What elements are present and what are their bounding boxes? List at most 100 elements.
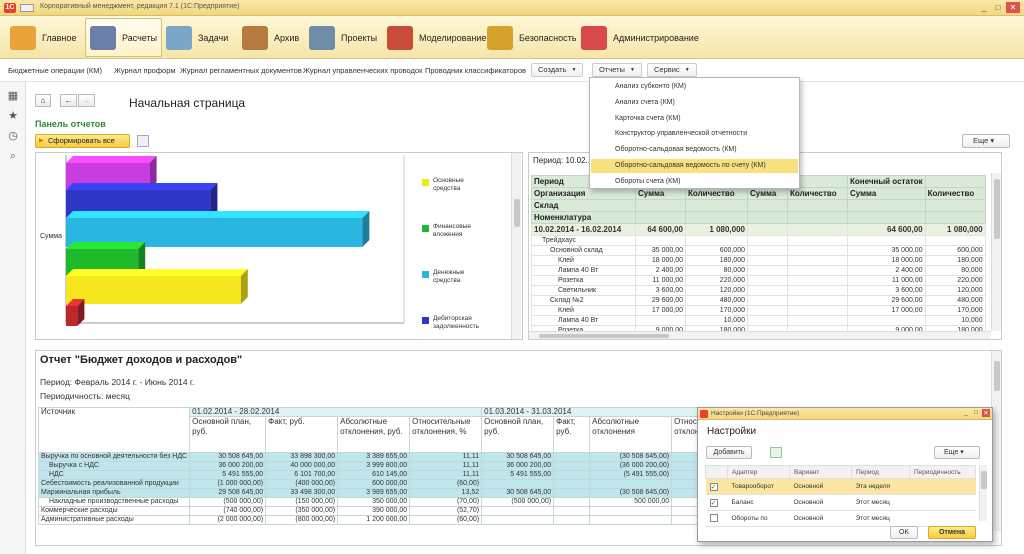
section-4[interactable]: Проекты: [305, 18, 381, 57]
settings-column-header: Период: [851, 465, 910, 479]
report-header-cell: Источник: [37, 407, 191, 453]
section-7[interactable]: Администрирование: [577, 18, 703, 57]
dialog-minimize-icon[interactable]: _: [962, 409, 970, 417]
command-link[interactable]: Проводник классификаторов: [425, 66, 526, 75]
osv-total-row: 10.02.2014 - 16.02.2014 64 600,00 1 080,00…: [531, 223, 986, 236]
dialog-heading: Настройки: [707, 426, 757, 437]
section-5[interactable]: Моделирование: [383, 18, 490, 57]
report-column-header: Факт, руб.: [265, 416, 339, 453]
row-checkbox[interactable]: [709, 513, 718, 522]
osv-row: Лампа 40 Вт 2 400,00 80,000 2 400,00 80,000: [531, 265, 986, 276]
chart-scrollbar[interactable]: [511, 153, 521, 339]
osv-item-name: Клей: [531, 255, 636, 266]
close-icon[interactable]: ✕: [1006, 2, 1020, 13]
section-label: Администрирование: [613, 32, 699, 43]
settings-header-row: Адаптер Вариант Период Периодичность: [705, 465, 976, 479]
reports-menu-item[interactable]: Карточка счета (КМ): [591, 112, 798, 126]
hdr-warehouse: Склад: [531, 199, 636, 212]
back-button[interactable]: ←: [60, 94, 77, 107]
osv-item-name: Лампа 40 Вт: [531, 315, 636, 326]
report-title: Отчет "Бюджет доходов и расходов": [40, 354, 243, 366]
history-icon[interactable]: ◷: [7, 130, 19, 142]
hdr-sum: Сумма: [635, 187, 686, 200]
command-link[interactable]: Бюджетные операции (КМ): [8, 66, 102, 75]
section-2[interactable]: Задачи: [162, 18, 232, 57]
reports-menu-item[interactable]: Оборотно-сальдовая ведомость (КМ): [591, 143, 798, 157]
app-logo-icon: 1C: [4, 3, 16, 13]
favorites-star-icon[interactable]: ★: [7, 110, 19, 122]
report-column-header: Абсолютные отклонения, руб.: [337, 416, 411, 453]
section-3[interactable]: Архив: [238, 18, 303, 57]
create-dropdown[interactable]: Создать ▼: [531, 63, 584, 77]
tasks-icon: [166, 25, 192, 50]
settings-row[interactable]: Обороты по Основной Этот месяц: [705, 510, 976, 527]
dialog-maximize-icon[interactable]: □: [972, 409, 980, 417]
hdr-qty: Количество: [685, 187, 748, 200]
command-link[interactable]: Журнал регламентных документов: [180, 66, 302, 75]
section-6[interactable]: Безопасность: [483, 18, 580, 57]
osv-item-name: Розетка: [531, 275, 636, 286]
add-button[interactable]: Добавить: [706, 446, 752, 459]
command-link[interactable]: Журнал проформ: [114, 66, 176, 75]
service-dropdown[interactable]: Сервис ▼: [647, 63, 697, 77]
forward-button[interactable]: →: [78, 94, 95, 107]
section-1[interactable]: Расчеты: [85, 18, 163, 57]
legend-item: Основные средства: [422, 177, 492, 193]
command-link[interactable]: Журнал управленческих проводок: [303, 66, 422, 75]
reports-menu-item[interactable]: Конструктор управленческой отчетности: [591, 127, 798, 141]
legend-item: Финансовые вложения: [422, 223, 492, 239]
osv-row: Светильник3 600,00120,0003 600,00120,000: [531, 285, 986, 296]
generate-all-button[interactable]: Сформировать все: [35, 134, 130, 148]
osv-header-row: Склад: [531, 199, 986, 212]
dialog-scrollbar[interactable]: [979, 465, 987, 521]
reports-menu: Анализ субконто (КМ) Анализ счета (КМ) Кар…: [589, 77, 800, 189]
reports-menu-item[interactable]: Анализ счета (КМ): [591, 96, 798, 110]
settings-row[interactable]: ✓ Товарооборот Основной Эта неделя: [705, 478, 976, 495]
report-column-header: Абсолютные отклонения: [589, 416, 673, 453]
report-column-header: Основной план, руб.: [481, 416, 555, 453]
reports-menu-item[interactable]: Анализ субконто (КМ): [591, 80, 798, 94]
more-button[interactable]: Еще ▾: [962, 134, 1010, 148]
reports-dropdown[interactable]: Отчеты ▼: [592, 63, 642, 77]
minimize-icon[interactable]: _: [978, 2, 990, 13]
osv-hscrollbar[interactable]: [529, 331, 991, 339]
calculator-icon: [90, 25, 116, 50]
dialog-more-button[interactable]: Еще ▾: [934, 446, 980, 459]
reports-menu-item[interactable]: Обороты счета (КМ): [591, 175, 798, 189]
osv-row: Розетка 11 000,00 220,000 11 000,00 220,000: [531, 275, 986, 286]
report-row: Коммерческие расходы (740 000,00) (350 000…: [37, 506, 736, 516]
section-0[interactable]: Главное: [6, 18, 80, 57]
settings-grid-icon[interactable]: [137, 135, 149, 147]
row-checkbox[interactable]: ✓: [709, 498, 718, 507]
settings-row[interactable]: ✓ Баланс Основной Этот месяц: [705, 494, 976, 511]
dialog-close-icon[interactable]: ✕: [982, 409, 990, 417]
hdr-sum3: Сумма: [847, 187, 926, 200]
settings-column-header: Адаптер: [727, 465, 790, 479]
panel-title: Панель отчетов: [35, 119, 106, 129]
projects-icon: [309, 25, 335, 50]
ok-button[interactable]: OK: [890, 526, 918, 539]
home-button[interactable]: ⌂: [35, 94, 51, 107]
admin-icon: [581, 25, 607, 50]
osv-scrollbar[interactable]: [991, 173, 1001, 331]
settings-dialog: Настройки (1С:Предприятие) _ □ ✕ Настрой…: [697, 407, 993, 542]
section-label: Главное: [42, 32, 77, 43]
search-icon[interactable]: ⌕: [7, 150, 19, 162]
report-periodicity: Периодичность: месяц: [40, 391, 130, 401]
row-checkbox[interactable]: ✓: [709, 482, 718, 491]
reports-menu-item[interactable]: Оборотно-сальдовая ведомость по счету (К…: [591, 159, 798, 173]
report-header-row: Источник 01.02.2014 - 28.02.2014 01.03.201…: [37, 407, 736, 453]
maximize-icon[interactable]: □: [992, 2, 1004, 13]
osv-item-name: Трейдхаус: [531, 235, 636, 246]
quick-access-icon[interactable]: [20, 4, 34, 12]
report-row: Выручка по основной деятельности без НДС…: [37, 452, 736, 462]
report-row: Административные расходы (2 000 000,00) (8…: [37, 515, 736, 525]
legend-swatch: [422, 225, 429, 232]
refresh-icon[interactable]: [770, 447, 782, 458]
menu-grid-icon[interactable]: ▦: [7, 90, 19, 102]
cancel-button[interactable]: Отмена: [928, 526, 976, 539]
bar-fixed-assets: [66, 269, 248, 304]
page-title: Начальная страница: [129, 96, 246, 110]
settings-column-header: Вариант: [789, 465, 852, 479]
app-window: 1C Корпоративный менеджмент, редакция 7.…: [0, 0, 1024, 554]
